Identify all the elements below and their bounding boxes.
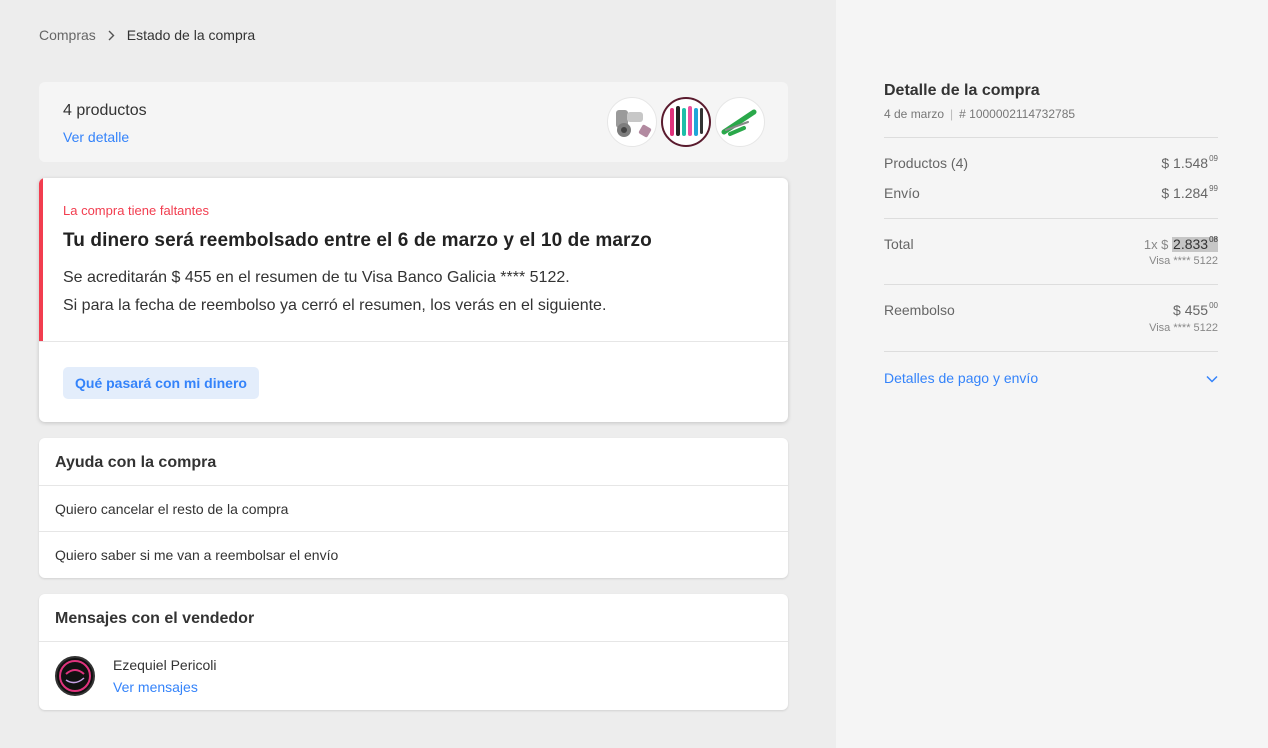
seller-logo-icon	[59, 660, 91, 692]
divider	[884, 137, 1218, 138]
separator: |	[950, 107, 954, 121]
refund-label: Reembolso	[884, 302, 955, 318]
products-summary-card: 4 productos Ver detalle	[39, 82, 788, 162]
detail-subtitle: 4 de marzo | # 1000002114732785	[884, 107, 1075, 121]
order-number: # 1000002114732785	[959, 107, 1076, 121]
view-messages-link[interactable]: Ver mensajes	[113, 679, 198, 695]
main-panel: Compras Estado de la compra 4 productos …	[0, 0, 836, 748]
scissors-thumbnail[interactable]	[715, 97, 765, 147]
messages-card: Mensajes con el vendedor Ezequiel Perico…	[39, 594, 788, 710]
total-amount: 1x $ 2.83308	[1143, 235, 1218, 252]
messages-heading: Mensajes con el vendedor	[55, 610, 255, 627]
scissors-icon	[721, 109, 757, 136]
help-heading: Ayuda con la compra	[55, 454, 217, 471]
products-amount: $ 1.54809	[1161, 154, 1218, 171]
microscope-thumbnail[interactable]	[607, 97, 657, 147]
refund-description: Se acreditarán $ 455 en el resumen de tu…	[63, 269, 570, 286]
help-card: Ayuda con la compra Quiero cancelar el r…	[39, 438, 788, 578]
divider	[39, 341, 788, 342]
total-card: Visa **** 5122	[1149, 255, 1218, 267]
refund-amount: $ 45500	[1173, 301, 1218, 318]
products-count: 4 productos	[63, 102, 147, 119]
help-item-shipping-refund[interactable]: Quiero saber si me van a reembolsar el e…	[55, 547, 338, 563]
divider	[39, 531, 788, 532]
divider	[884, 218, 1218, 219]
seller-avatar[interactable]	[55, 656, 95, 696]
products-label: Productos (4)	[884, 155, 969, 171]
thread-bobbins-icon	[670, 106, 703, 136]
shipping-label: Envío	[884, 185, 920, 201]
what-happens-money-button[interactable]: Qué pasará con mi dinero	[63, 367, 259, 399]
seller-name: Ezequiel Pericoli	[113, 657, 217, 673]
breadcrumb-current: Estado de la compra	[126, 27, 256, 43]
help-item-cancel[interactable]: Quiero cancelar el resto de la compra	[55, 501, 288, 517]
refund-status: La compra tiene faltantes	[63, 203, 209, 218]
shipping-amount: $ 1.28499	[1161, 184, 1218, 201]
breadcrumb-purchases-link[interactable]: Compras	[39, 27, 96, 43]
warning-accent-bar	[39, 178, 43, 341]
chevron-down-icon	[1206, 370, 1218, 386]
view-detail-link[interactable]: Ver detalle	[63, 129, 129, 145]
breadcrumb: Compras Estado de la compra	[39, 27, 255, 43]
total-label: Total	[884, 236, 914, 252]
divider	[884, 351, 1218, 352]
purchase-detail-panel: Detalle de la compra 4 de marzo | # 1000…	[836, 0, 1268, 748]
thread-bobbins-thumbnail[interactable]	[661, 97, 711, 147]
purchase-date: 4 de marzo	[884, 107, 945, 121]
divider	[39, 485, 788, 486]
divider	[39, 641, 788, 642]
refund-note: Si para la fecha de reembolso ya cerró e…	[63, 297, 607, 314]
divider	[884, 284, 1218, 285]
payment-shipping-details-toggle[interactable]: Detalles de pago y envío	[884, 370, 1218, 386]
microscope-icon	[616, 110, 652, 138]
chevron-right-icon	[108, 30, 115, 41]
product-thumbnails	[607, 97, 765, 147]
refund-title: Tu dinero será reembolsado entre el 6 de…	[63, 230, 652, 251]
refund-card-info: Visa **** 5122	[1149, 322, 1218, 334]
detail-title: Detalle de la compra	[884, 82, 1040, 99]
payment-details-label: Detalles de pago y envío	[884, 370, 1039, 386]
refund-card: La compra tiene faltantes Tu dinero será…	[39, 178, 788, 422]
